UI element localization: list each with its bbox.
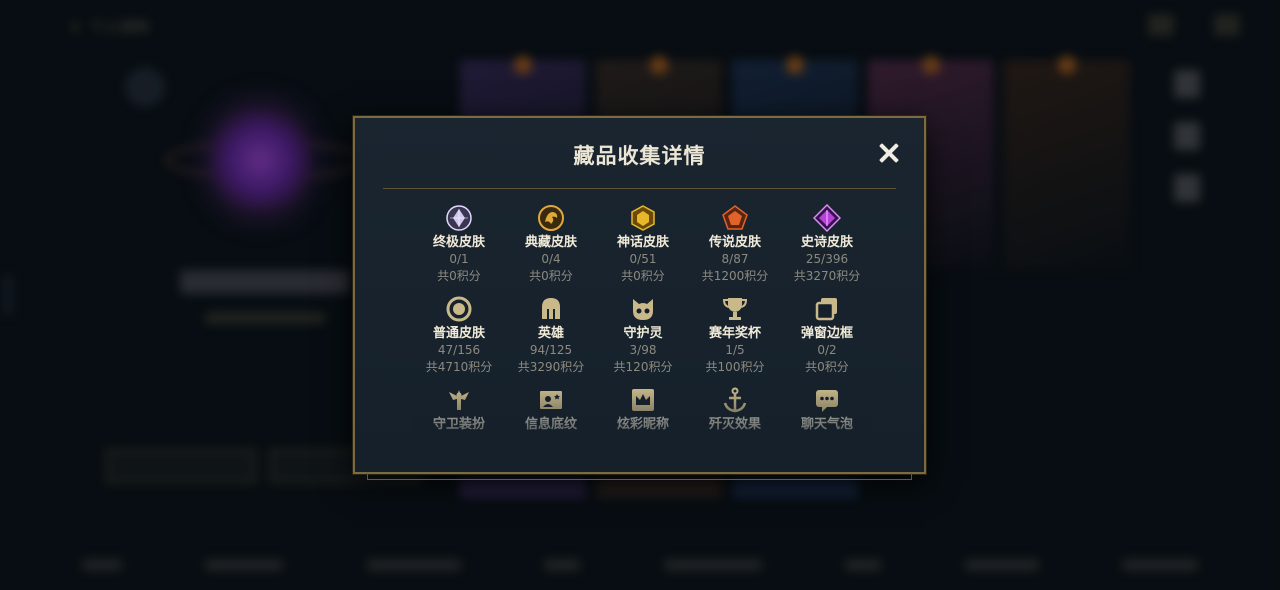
- category-points: 共100积分: [705, 360, 765, 374]
- category-name: 典藏皮肤: [524, 235, 577, 250]
- category-points: 共3270积分: [793, 269, 861, 283]
- standard-skin-icon: [445, 295, 473, 323]
- category-name: 守护灵: [623, 326, 663, 341]
- chat-bubble-icon: [813, 386, 841, 414]
- collection-category[interactable]: 弹窗边框 0/2 共0积分: [781, 295, 873, 386]
- category-points: 共120积分: [613, 360, 673, 374]
- collection-category[interactable]: 歼灭效果: [689, 386, 781, 440]
- category-name: 炫彩昵称: [616, 417, 669, 432]
- season-trophy-icon: [721, 295, 749, 323]
- ward-skin-icon: [445, 386, 473, 414]
- modal-title: 藏品收集详情: [573, 144, 706, 168]
- category-count: 94/125: [529, 343, 573, 357]
- collection-category[interactable]: 终极皮肤 0/1 共0积分: [413, 204, 505, 295]
- category-count: 0/51: [629, 252, 657, 266]
- popup-frame-icon: [813, 295, 841, 323]
- close-icon[interactable]: [878, 142, 900, 164]
- collection-category-grid[interactable]: 终极皮肤 0/1 共0积分 典藏皮肤 0/4 共0积分 神话皮肤 0/51 共0积分 传说皮肤 8/…: [413, 204, 873, 440]
- category-name: 终极皮肤: [432, 235, 485, 250]
- collection-category[interactable]: 英雄 94/125 共3290积分: [505, 295, 597, 386]
- category-name: 弹窗边框: [800, 326, 853, 341]
- divider: [383, 188, 896, 189]
- category-points: 共0积分: [805, 360, 849, 374]
- category-count: 8/87: [721, 252, 749, 266]
- mythic-skin-icon: [629, 204, 657, 232]
- category-name: 普通皮肤: [432, 326, 485, 341]
- collection-category[interactable]: 典藏皮肤 0/4 共0积分: [505, 204, 597, 295]
- collection-category[interactable]: 传说皮肤 8/87 共1200积分: [689, 204, 781, 295]
- collection-category[interactable]: 赛年奖杯 1/5 共100积分: [689, 295, 781, 386]
- collection-category[interactable]: 炫彩昵称: [597, 386, 689, 440]
- collection-category[interactable]: 守护灵 3/98 共120积分: [597, 295, 689, 386]
- info-banner-icon: [537, 386, 565, 414]
- collection-category[interactable]: 信息底纹: [505, 386, 597, 440]
- legendary-skin-icon: [721, 204, 749, 232]
- collection-details-modal: 藏品收集详情 终极皮肤 0/1 共0积分 典藏皮肤 0/4 共0积分 神话皮肤 0/51 共0积…: [353, 116, 926, 480]
- ultimate-skin-icon: [445, 204, 473, 232]
- category-name: 聊天气泡: [800, 417, 853, 432]
- category-points: 共1200积分: [701, 269, 769, 283]
- collection-category[interactable]: 守卫装扮: [413, 386, 505, 440]
- category-name: 守卫装扮: [432, 417, 485, 432]
- category-name: 歼灭效果: [708, 417, 761, 432]
- category-name: 信息底纹: [524, 417, 577, 432]
- category-count: 0/1: [449, 252, 469, 266]
- category-name: 传说皮肤: [708, 235, 761, 250]
- category-name: 神话皮肤: [616, 235, 669, 250]
- collection-category[interactable]: 史诗皮肤 25/396 共3270积分: [781, 204, 873, 295]
- champion-helmet-icon: [537, 295, 565, 323]
- category-name: 赛年奖杯: [708, 326, 761, 341]
- category-count: 47/156: [437, 343, 481, 357]
- category-count: 0/2: [817, 343, 837, 357]
- collection-category[interactable]: 普通皮肤 47/156 共4710积分: [413, 295, 505, 386]
- category-points: 共0积分: [437, 269, 481, 283]
- category-points: 共3290积分: [517, 360, 585, 374]
- category-count: 25/396: [805, 252, 849, 266]
- category-count: 0/4: [541, 252, 561, 266]
- crown-nickname-icon: [629, 386, 657, 414]
- category-points: 共4710积分: [425, 360, 493, 374]
- category-points: 共0积分: [621, 269, 665, 283]
- category-count: 1/5: [725, 343, 745, 357]
- category-name: 英雄: [537, 326, 564, 341]
- collection-category[interactable]: 聊天气泡: [781, 386, 873, 440]
- guardian-spirit-icon: [629, 295, 657, 323]
- anchor-effect-icon: [721, 386, 749, 414]
- category-points: 共0积分: [529, 269, 573, 283]
- epic-skin-icon: [813, 204, 841, 232]
- collection-category[interactable]: 神话皮肤 0/51 共0积分: [597, 204, 689, 295]
- category-name: 史诗皮肤: [800, 235, 853, 250]
- category-count: 3/98: [629, 343, 657, 357]
- prestige-skin-icon: [537, 204, 565, 232]
